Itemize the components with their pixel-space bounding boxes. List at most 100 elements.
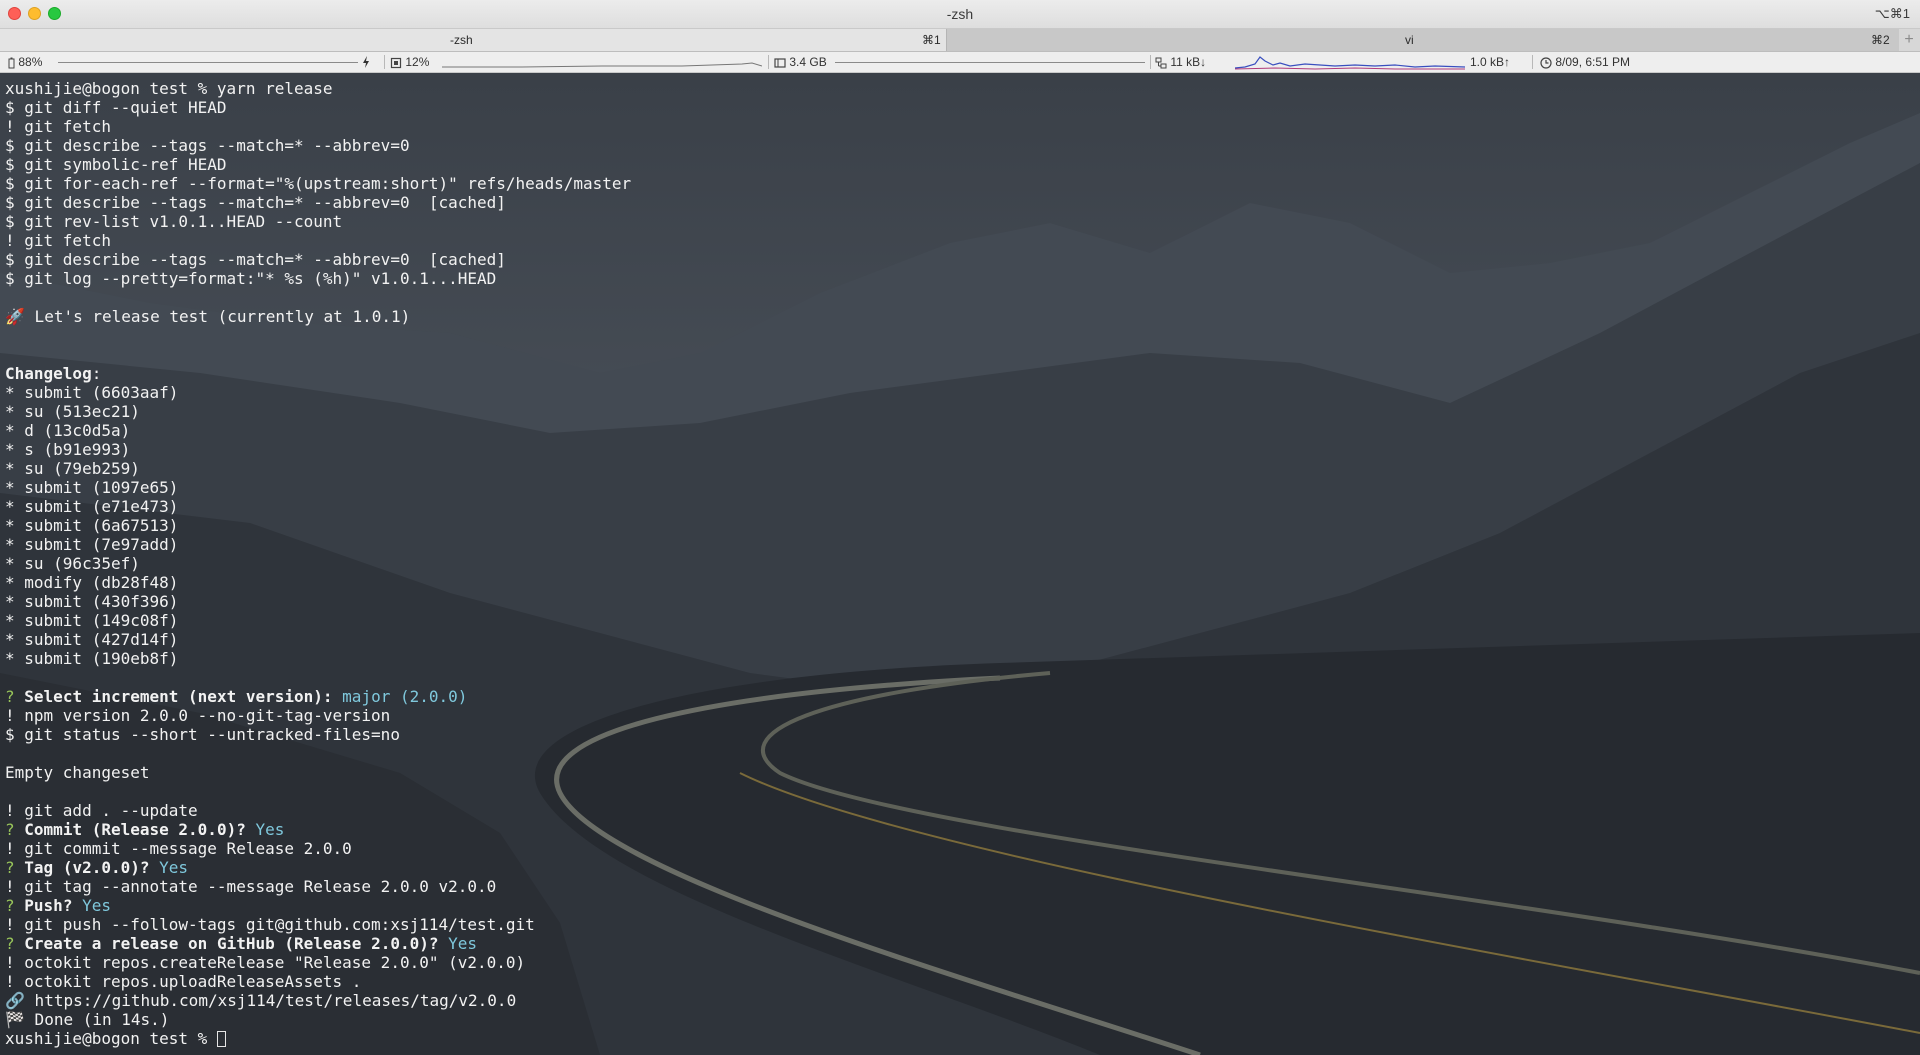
terminal-line: $ git status --short --untracked-files=n…: [5, 725, 400, 744]
question-text: Push?: [24, 896, 73, 915]
status-separator: [1532, 55, 1533, 69]
question-mark: ?: [5, 896, 15, 915]
battery-graph: [58, 62, 358, 63]
changelog-item: * su (79eb259): [5, 459, 140, 478]
terminal-line: ! octokit repos.createRelease "Release 2…: [5, 953, 526, 972]
text-cursor: [216, 1031, 226, 1047]
terminal-line: 🚀 Let's release test (currently at 1.0.1…: [5, 307, 411, 326]
terminal-line: ! git tag --annotate --message Release 2…: [5, 877, 497, 896]
status-bar: 88% 12% 3.4 GB 11 kB↓ 1.0 kB↑ 8/09, 6:51…: [0, 52, 1920, 73]
network-graph: [1235, 56, 1465, 70]
changelog-item: * su (513ec21): [5, 402, 140, 421]
terminal-line: ! npm version 2.0.0 --no-git-tag-version: [5, 706, 391, 725]
tab-zsh[interactable]: -zsh ⌘1: [0, 29, 946, 51]
tab-shortcut: ⌘1: [922, 33, 941, 47]
changelog-item: * s (b91e993): [5, 440, 131, 459]
memory-status: 3.4 GB: [774, 55, 827, 69]
answer-text: Yes: [159, 858, 189, 877]
terminal-line: $ git describe --tags --match=* --abbrev…: [5, 250, 506, 269]
tab-vi[interactable]: vi ⌘2: [946, 29, 1899, 51]
changelog-item: * su (96c35ef): [5, 554, 140, 573]
prompt-push: ? Push? Yes: [5, 896, 631, 915]
answer-text: major (2.0.0): [342, 687, 468, 706]
network-status: 11 kB↓: [1155, 55, 1206, 69]
cpu-icon: [390, 57, 402, 68]
network-up-value: 1.0 kB↑: [1470, 55, 1511, 69]
status-separator: [384, 55, 385, 69]
battery-status: 88%: [8, 55, 42, 69]
cpu-value: 12%: [405, 55, 430, 69]
changelog-colon: :: [91, 364, 102, 383]
tab-shortcut: ⌘2: [1871, 33, 1890, 47]
terminal-line: ! git fetch: [5, 117, 111, 136]
tab-label: -zsh: [450, 33, 473, 47]
prompt-increment: ? Select increment (next version): major…: [5, 687, 631, 706]
terminal-line: $ git diff --quiet HEAD: [5, 98, 227, 117]
cpu-graph: [442, 62, 762, 68]
tab-label: vi: [1405, 33, 1414, 47]
prompt-commit: ? Commit (Release 2.0.0)? Yes: [5, 820, 631, 839]
changelog-item: * submit (190eb8f): [5, 649, 179, 668]
terminal-line: $ git describe --tags --match=* --abbrev…: [5, 136, 410, 155]
changelog-item: * submit (427d14f): [5, 630, 179, 649]
changelog-heading: Changelog:: [5, 364, 631, 383]
changelog-item: * submit (6603aaf): [5, 383, 179, 402]
clock-icon: [1540, 57, 1552, 69]
terminal-line: 🏁 Done (in 14s.): [5, 1010, 170, 1029]
memory-graph: [835, 62, 1145, 63]
tab-bar: -zsh ⌘1 vi ⌘2 +: [0, 29, 1920, 52]
terminal-line: $ git describe --tags --match=* --abbrev…: [5, 193, 506, 212]
question-mark: ?: [5, 858, 15, 877]
changelog-label: Changelog: [5, 364, 92, 383]
clock-value: 8/09, 6:51 PM: [1555, 55, 1631, 69]
window-shortcut: ⌥⌘1: [1874, 6, 1910, 21]
terminal-line: ! git commit --message Release 2.0.0: [5, 839, 352, 858]
changelog-item: * submit (6a67513): [5, 516, 179, 535]
shell-prompt: xushijie@bogon test %: [5, 1029, 217, 1048]
terminal-line: $ git rev-list v1.0.1..HEAD --count: [5, 212, 343, 231]
terminal-line: ! octokit repos.uploadReleaseAssets .: [5, 972, 362, 991]
changelog-item: * d (13c0d5a): [5, 421, 131, 440]
status-separator: [1150, 55, 1151, 69]
terminal-line: ! git add . --update: [5, 801, 198, 820]
changelog-item: * modify (db28f48): [5, 573, 179, 592]
prompt-line[interactable]: xushijie@bogon test %: [5, 1029, 631, 1048]
question-text: Commit (Release 2.0.0)?: [24, 820, 246, 839]
question-text: Tag (v2.0.0)?: [24, 858, 150, 877]
answer-text: Yes: [448, 934, 478, 953]
changelog-item: * submit (e71e473): [5, 497, 179, 516]
window-title: -zsh: [946, 6, 974, 22]
new-tab-button[interactable]: +: [1898, 29, 1920, 51]
terminal-area[interactable]: xushijie@bogon test % yarn release $ git …: [0, 73, 1920, 1055]
network-icon: [1155, 57, 1167, 69]
terminal-line: ! git push --follow-tags git@github.com:…: [5, 915, 535, 934]
changelog-item: * submit (430f396): [5, 592, 179, 611]
prompt-tag: ? Tag (v2.0.0)? Yes: [5, 858, 631, 877]
changelog-item: * submit (149c08f): [5, 611, 179, 630]
terminal-window: -zsh ⌥⌘1 -zsh ⌘1 vi ⌘2 + 88% 12% 3.4 GB …: [0, 0, 1920, 1055]
clock-status: 8/09, 6:51 PM: [1540, 55, 1630, 69]
changelog-item: * submit (7e97add): [5, 535, 179, 554]
question-mark: ?: [5, 934, 15, 953]
prompt-release: ? Create a release on GitHub (Release 2.…: [5, 934, 631, 953]
question-mark: ?: [5, 687, 15, 706]
memory-icon: [774, 58, 786, 68]
release-link[interactable]: 🔗 https://github.com/xsj114/test/release…: [5, 991, 631, 1010]
terminal-line: $ git symbolic-ref HEAD: [5, 155, 227, 174]
cpu-status: 12%: [390, 55, 429, 69]
terminal-output: xushijie@bogon test % yarn release $ git …: [5, 79, 631, 1048]
changelog-item: * submit (1097e65): [5, 478, 179, 497]
terminal-line: xushijie@bogon test % yarn release: [5, 79, 333, 98]
network-down-value: 11 kB↓: [1170, 55, 1207, 69]
terminal-line: $ git for-each-ref --format="%(upstream:…: [5, 174, 632, 193]
question-text: Select increment (next version):: [24, 687, 333, 706]
title-bar[interactable]: -zsh ⌥⌘1: [0, 0, 1920, 29]
answer-text: Yes: [82, 896, 111, 915]
terminal-line: ! git fetch: [5, 231, 111, 250]
answer-text: Yes: [255, 820, 285, 839]
